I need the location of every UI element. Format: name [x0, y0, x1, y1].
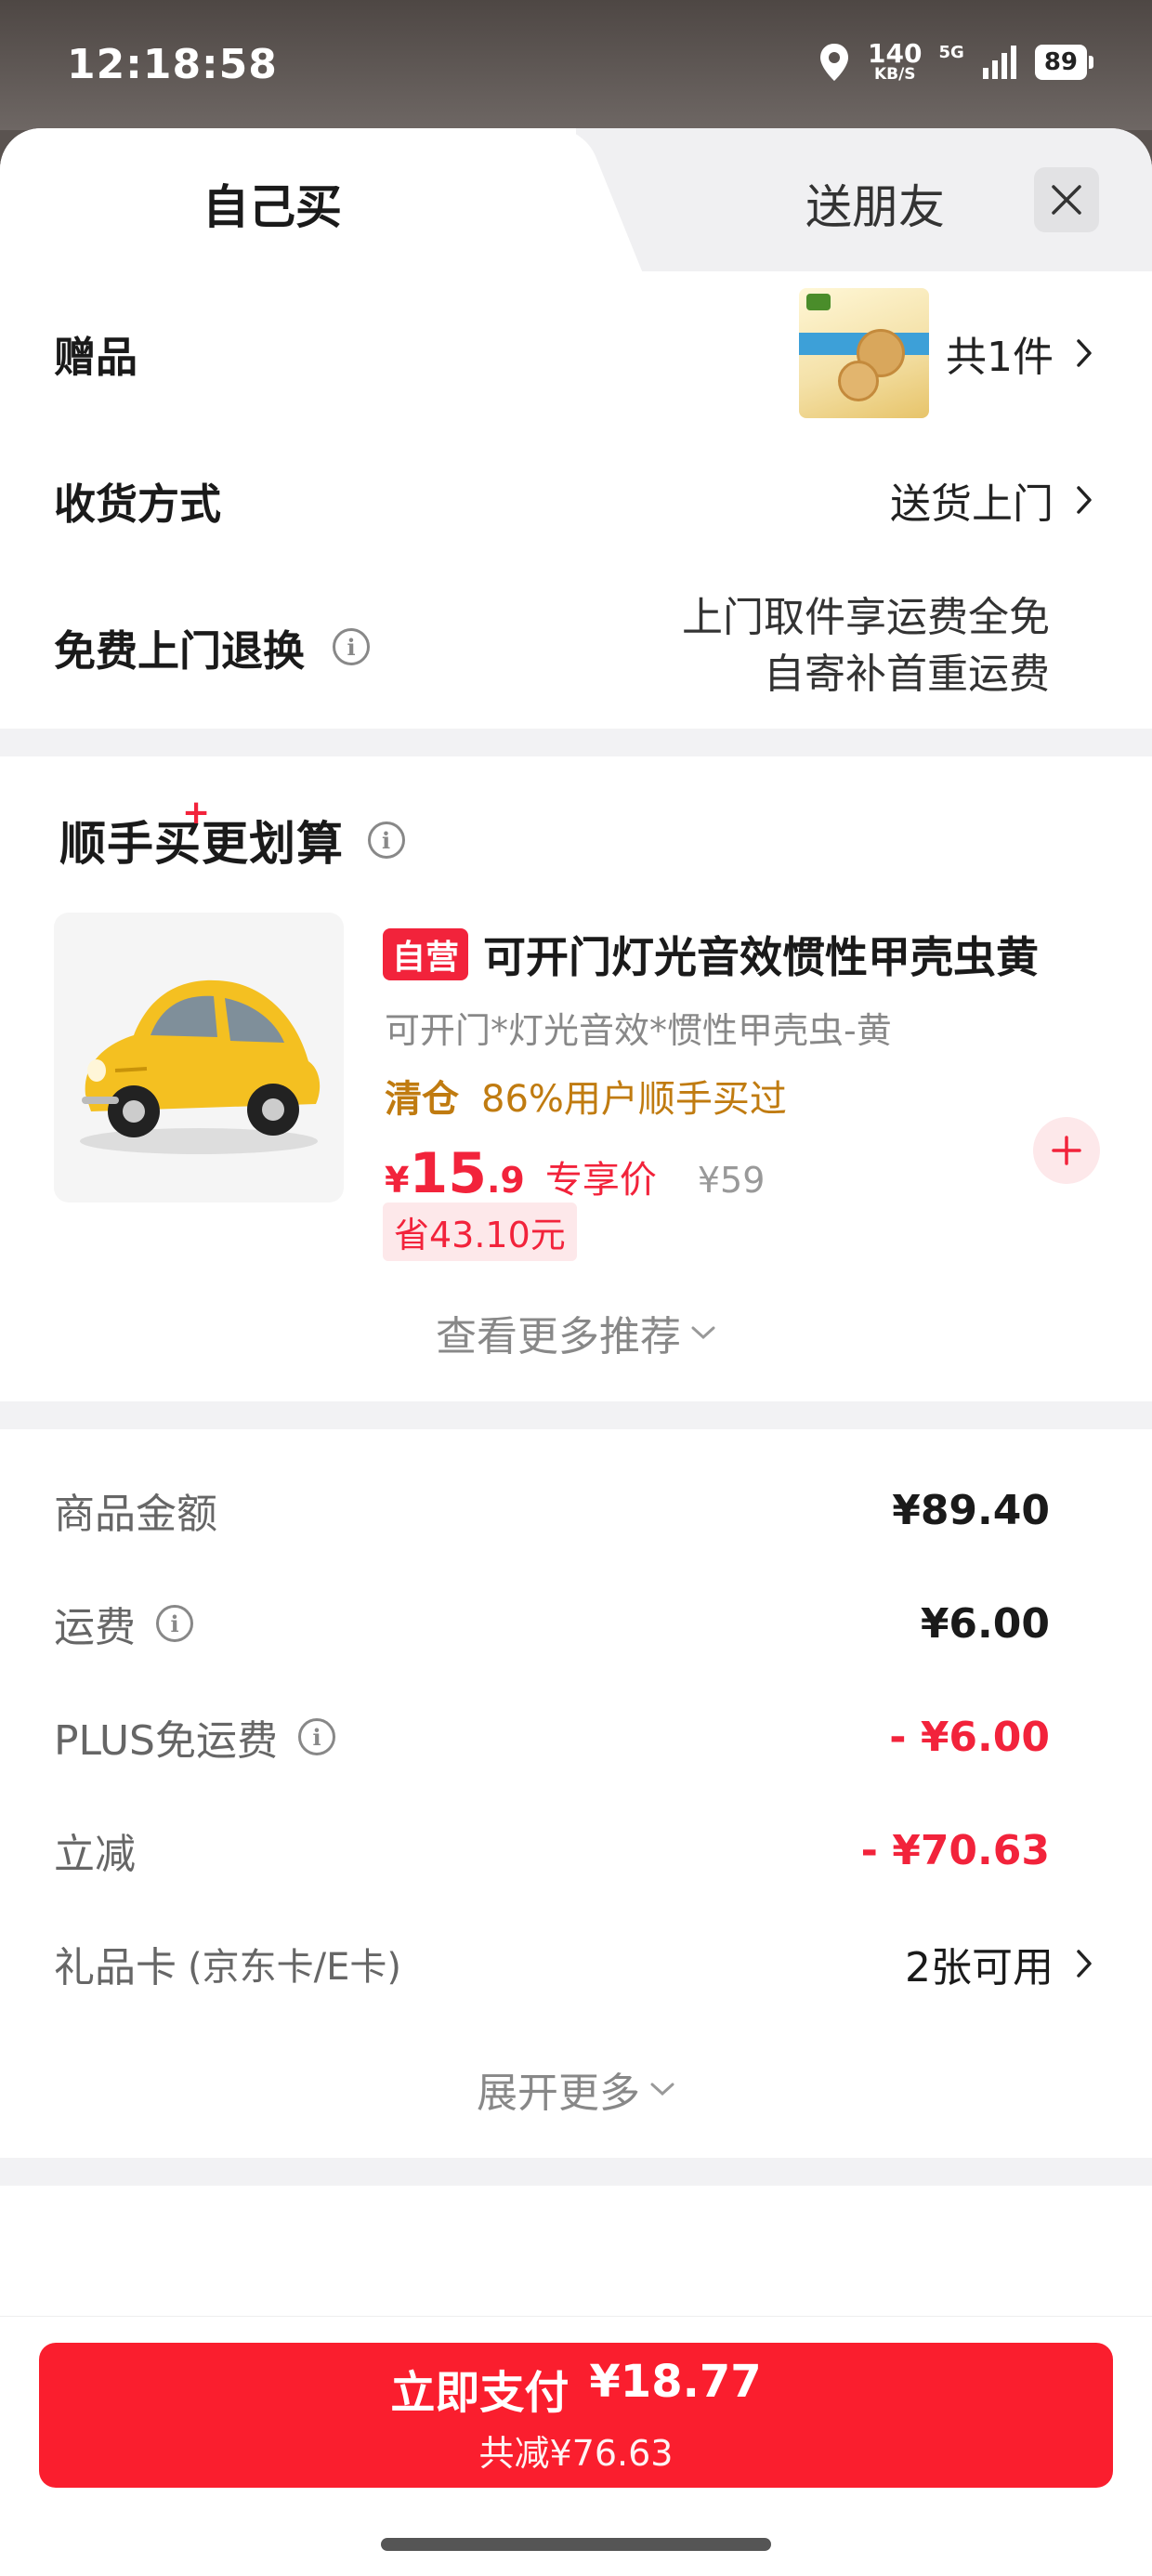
gift-card-label: 礼品卡	[54, 1944, 177, 1991]
tab-bar: 自己买 送朋友	[0, 128, 1152, 271]
tab-buy-self[interactable]: 自己买	[203, 170, 342, 237]
plus-icon	[1052, 1136, 1081, 1165]
signal-icon	[982, 45, 1016, 79]
savings-badge: 省43.10元	[383, 1203, 577, 1261]
chevron-right-icon	[1070, 1945, 1098, 1982]
product-image[interactable]	[54, 913, 344, 1203]
buyers-stat: 86%用户顺手买过	[481, 1078, 787, 1121]
free-return-label: 免费上门退换	[54, 625, 306, 676]
instant-discount-row: 立减 - ¥70.63	[0, 1794, 1152, 1907]
clearance-tag: 清仓	[385, 1078, 459, 1121]
chevron-down-icon	[650, 2083, 674, 2096]
more-recommendations-link[interactable]: 查看更多推荐	[0, 1264, 1152, 1401]
instant-discount-label: 立减	[54, 1831, 136, 1878]
expand-more-link[interactable]: 展开更多	[0, 2020, 1152, 2158]
gift-row[interactable]: 赠品 共1件	[0, 271, 1152, 435]
network-speed-value: 140	[868, 38, 923, 69]
status-time: 12:18:58	[67, 41, 278, 88]
delivery-label: 收货方式	[54, 479, 222, 529]
home-indicator[interactable]	[381, 2538, 771, 2551]
free-return-row: 免费上门退换 i 上门取件享运费全免 自寄补首重运费	[0, 565, 1152, 729]
addon-title-part1: 顺手买	[59, 817, 202, 871]
goods-amount-value: ¥89.40	[892, 1486, 1050, 1534]
goods-amount-label: 商品金额	[54, 1491, 217, 1538]
product-spec: 可开门*灯光音效*惯性甲壳虫-黄	[385, 1010, 892, 1051]
chevron-down-icon	[691, 1326, 715, 1340]
price-currency: ¥	[385, 1160, 410, 1201]
location-icon	[820, 43, 849, 81]
gift-card-value-wrap: 2张可用	[905, 1934, 1098, 1993]
shipping-value: ¥6.00	[920, 1599, 1050, 1648]
info-icon[interactable]: i	[156, 1605, 193, 1642]
product-meta: 清仓 86%用户顺手买过	[385, 1069, 787, 1123]
divider	[0, 1401, 1152, 1429]
pay-now-button[interactable]: 立即支付 ¥18.77 共减¥76.63	[39, 2343, 1113, 2488]
shipping-label: 运费	[54, 1604, 136, 1651]
info-icon[interactable]: i	[333, 628, 371, 665]
info-icon[interactable]: i	[298, 1718, 335, 1755]
self-operated-badge: 自营	[383, 928, 469, 980]
network-speed: 140 KB/S	[868, 41, 922, 83]
battery-icon: 89	[1034, 44, 1094, 80]
addon-product-card[interactable]: 自营 可开门灯光音效惯性甲壳虫黄 可开门*灯光音效*惯性甲壳虫-黄 清仓 86%…	[0, 874, 1152, 1264]
gift-label: 赠品	[54, 332, 138, 382]
pay-now-label: 立即支付	[390, 2366, 569, 2419]
delivery-row[interactable]: 收货方式 送货上门	[0, 435, 1152, 565]
chevron-right-icon	[1070, 335, 1098, 372]
close-button[interactable]	[1034, 167, 1099, 232]
goods-amount-row: 商品金额 ¥89.40	[0, 1453, 1152, 1567]
price-integer: 15	[409, 1141, 487, 1206]
product-name: 可开门灯光音效惯性甲壳虫黄	[483, 932, 1040, 982]
gift-card-available: 2张可用	[905, 1944, 1054, 1991]
expand-more-label: 展开更多	[477, 2070, 640, 2117]
gift-card-label-wrap: 礼品卡 (京东卡/E卡)	[54, 1934, 401, 1993]
info-icon[interactable]: i	[368, 821, 405, 859]
gift-count: 共1件	[946, 334, 1054, 381]
exclusive-price-label: 专享价	[544, 1159, 657, 1202]
delivery-value: 送货上门	[890, 480, 1054, 528]
return-policy-line1: 上门取件享运费全免	[682, 594, 1050, 642]
close-icon	[1052, 185, 1081, 215]
network-speed-unit: KB/S	[873, 65, 916, 84]
original-price: ¥59	[697, 1160, 766, 1201]
pay-amount: ¥18.77	[589, 2355, 762, 2408]
gift-card-sublabel: (京东卡/E卡)	[188, 1946, 401, 1989]
status-bar: 12:18:58 140 KB/S 5G 89	[0, 0, 1152, 130]
divider	[0, 2158, 1152, 2186]
tab-send-friend[interactable]: 送朋友	[805, 170, 945, 237]
checkout-bar: 立即支付 ¥18.77 共减¥76.63	[0, 2316, 1152, 2576]
gift-card-row[interactable]: 礼品卡 (京东卡/E卡) 2张可用	[0, 1907, 1152, 2020]
chevron-right-icon	[1070, 481, 1098, 519]
add-to-order-button[interactable]	[1033, 1117, 1100, 1184]
addon-title-part2: 更划算	[202, 817, 344, 871]
price-decimal: .9	[486, 1160, 525, 1201]
plus-label-wrap: PLUS免运费 i	[54, 1707, 335, 1767]
product-price: ¥ 15 .9 专享价 ¥59	[385, 1141, 765, 1206]
status-icons: 140 KB/S 5G 89	[818, 41, 1094, 83]
addon-section-title: 顺手买 + 更划算 i	[0, 756, 1152, 874]
more-recommendations-label: 查看更多推荐	[436, 1313, 681, 1360]
plus-free-shipping-value: - ¥6.00	[889, 1713, 1050, 1761]
plus-free-shipping-row: PLUS免运费 i - ¥6.00	[0, 1680, 1152, 1794]
return-policy-line2: 自寄补首重运费	[764, 651, 1050, 698]
gift-thumbnail[interactable]	[799, 288, 929, 418]
shipping-row: 运费 i ¥6.00	[0, 1567, 1152, 1680]
instant-discount-value: - ¥70.63	[860, 1826, 1050, 1874]
divider	[0, 729, 1152, 756]
shipping-label-wrap: 运费 i	[54, 1594, 193, 1653]
plus-free-shipping-label: PLUS免运费	[54, 1717, 278, 1765]
order-sheet: 自己买 送朋友 赠品 共1件 收货方式 送货上门 免费上门退换 i 上门取件享运…	[0, 128, 1152, 2576]
addon-title-plus: +	[182, 794, 212, 832]
return-policy: 上门取件享运费全免 自寄补首重运费	[682, 590, 1050, 703]
total-savings: 共减¥76.63	[478, 2432, 674, 2474]
network-type: 5G	[938, 43, 964, 62]
